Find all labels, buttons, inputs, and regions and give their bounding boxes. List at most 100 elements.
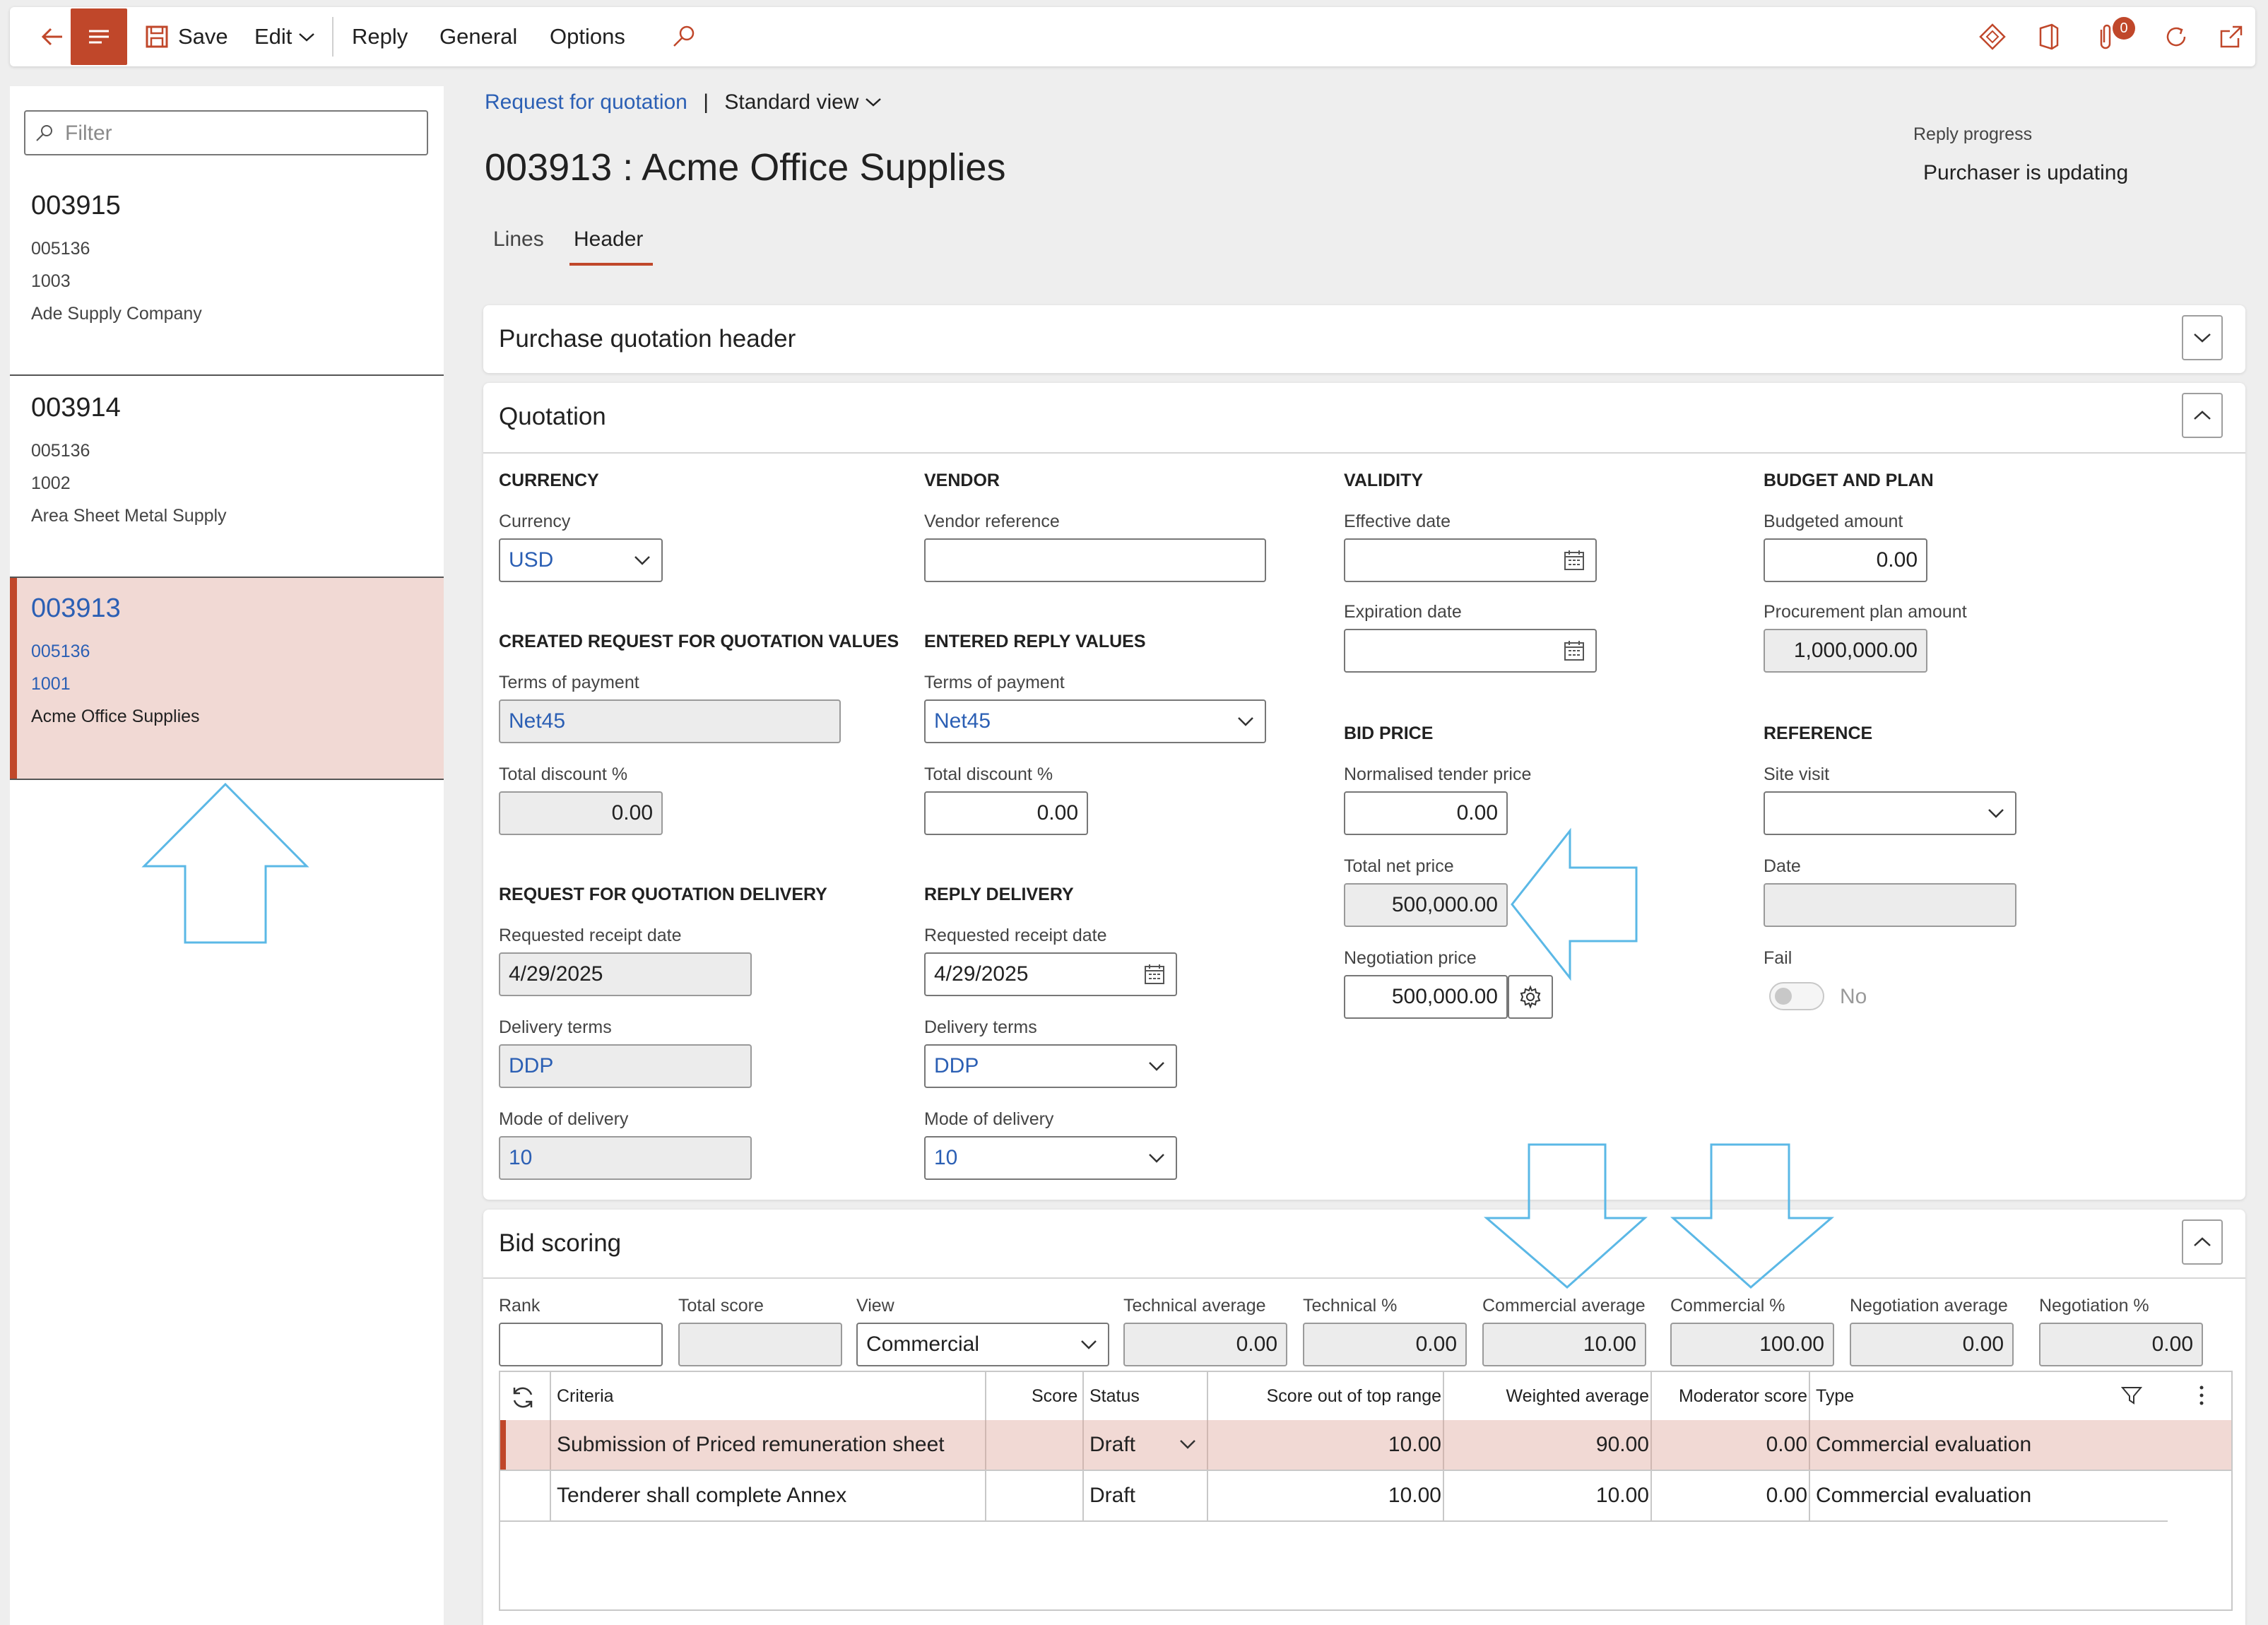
effective-date-input[interactable] (1344, 538, 1597, 582)
column-header-criteria[interactable]: Criteria (557, 1386, 614, 1407)
negotiation-price-value: 500,000.00 (1391, 985, 1498, 1008)
normalised-price-input[interactable]: 0.00 (1344, 791, 1508, 835)
column-header-type[interactable]: Type (1816, 1386, 1854, 1407)
column-header-weighted[interactable]: Weighted average (1506, 1386, 1649, 1407)
list-item-selected[interactable]: 003913 005136 1001 Acme Office Supplies (10, 578, 444, 779)
column-divider (1443, 1420, 1444, 1470)
total-score-field[interactable] (678, 1323, 842, 1366)
vendor-reference-input[interactable] (924, 538, 1266, 582)
rfq-mode-field[interactable]: 10 (499, 1136, 752, 1180)
created-discount-label: Total discount % (499, 764, 628, 784)
collapse-button[interactable] (2182, 1219, 2223, 1265)
save-button[interactable]: Save (144, 7, 228, 66)
rfq-receipt-date-field[interactable]: 4/29/2025 (499, 952, 752, 996)
effective-date-label: Effective date (1344, 512, 1451, 531)
reply-tab[interactable]: Reply (352, 7, 408, 66)
cell-status: Draft (1089, 1433, 1136, 1456)
breadcrumb-link[interactable]: Request for quotation (485, 90, 687, 114)
reply-delivery-terms-select[interactable]: DDP (924, 1044, 1177, 1088)
procurement-amount-field[interactable]: 1,000,000.00 (1764, 629, 1927, 673)
view-value: Commercial (866, 1332, 980, 1356)
entered-discount-input[interactable]: 0.00 (924, 791, 1088, 835)
chevron-down-icon (1149, 1062, 1164, 1071)
filter-input[interactable]: Filter (24, 110, 428, 155)
office-icon (2039, 23, 2059, 50)
reference-date-field[interactable] (1764, 883, 2016, 927)
quotation-section: Quotation CURRENCY Currency USD CREATED … (483, 383, 2245, 1200)
table-row[interactable]: Tenderer shall complete Annex Draft 10.0… (500, 1471, 2231, 1522)
attachments-button[interactable]: 0 (2091, 7, 2135, 66)
status-select[interactable]: Draft (1089, 1420, 1205, 1470)
technical-percent-field[interactable]: 0.00 (1303, 1323, 1467, 1366)
normalised-price-value: 0.00 (1456, 801, 1498, 825)
total-net-price-field[interactable]: 500,000.00 (1344, 883, 1508, 927)
commercial-average-label: Commercial average (1482, 1296, 1646, 1316)
expand-button[interactable] (2182, 315, 2223, 360)
rank-input[interactable] (499, 1323, 663, 1366)
tab-header[interactable]: Header (574, 228, 643, 252)
list-item-id: 003914 (31, 393, 121, 422)
refresh-icon[interactable] (509, 1383, 537, 1412)
collapse-button[interactable] (2182, 393, 2223, 438)
column-divider (1650, 1420, 1652, 1470)
column-header-moderator[interactable]: Moderator score (1679, 1386, 1807, 1407)
created-discount-value: 0.00 (611, 801, 653, 825)
reply-receipt-date-input[interactable]: 4/29/2025 (924, 952, 1177, 996)
budgeted-amount-label: Budgeted amount (1764, 512, 1903, 531)
open-new-window-button[interactable] (2217, 7, 2245, 66)
created-discount-field[interactable]: 0.00 (499, 791, 663, 835)
calendar-icon[interactable] (1563, 549, 1585, 572)
search-button[interactable] (670, 7, 698, 66)
options-tab[interactable]: Options (550, 7, 625, 66)
rfq-delivery-terms-field[interactable]: DDP (499, 1044, 752, 1088)
tab-lines[interactable]: Lines (493, 228, 544, 252)
currency-group-label: CURRENCY (499, 471, 599, 490)
calendar-icon[interactable] (1563, 639, 1585, 662)
filter-icon[interactable] (2120, 1383, 2144, 1407)
menu-button[interactable] (71, 8, 127, 65)
column-header-score[interactable]: Score (1032, 1386, 1077, 1407)
diamond-button[interactable] (1978, 7, 2007, 66)
calendar-icon[interactable] (1143, 963, 1166, 986)
table-row[interactable]: Submission of Priced remuneration sheet … (500, 1420, 2231, 1471)
budgeted-amount-input[interactable]: 0.00 (1764, 538, 1927, 582)
column-divider (1443, 1372, 1444, 1420)
breadcrumb: Request for quotation | Standard view (485, 90, 882, 114)
view-selector[interactable]: Standard view (724, 90, 882, 114)
negotiation-price-input[interactable]: 500,000.00 (1344, 975, 1508, 1019)
list-item-line2: 1003 (31, 271, 71, 291)
office-button[interactable] (2035, 7, 2063, 66)
notification-badge: 0 (2113, 17, 2135, 40)
commercial-average-field[interactable]: 10.00 (1482, 1323, 1646, 1366)
view-selector-label: Standard view (724, 90, 859, 114)
more-options-icon[interactable] (2196, 1383, 2207, 1407)
purchase-header-section[interactable]: Purchase quotation header (483, 305, 2245, 373)
rank-label: Rank (499, 1296, 541, 1316)
chevron-down-icon (1149, 1154, 1164, 1163)
gear-icon (1520, 985, 1541, 1009)
negotiation-percent-field[interactable]: 0.00 (2039, 1323, 2203, 1366)
general-tab[interactable]: General (439, 7, 517, 66)
edit-button[interactable]: Edit (254, 7, 316, 66)
column-divider (1650, 1372, 1652, 1420)
cell-weighted: 90.00 (1595, 1433, 1649, 1456)
expiration-date-input[interactable] (1344, 629, 1597, 673)
created-terms-field[interactable]: Net45 (499, 699, 841, 743)
column-header-score-top[interactable]: Score out of top range (1267, 1386, 1441, 1407)
commercial-percent-field[interactable]: 100.00 (1670, 1323, 1834, 1366)
site-visit-select[interactable] (1764, 791, 2016, 835)
list-item[interactable]: 003915 005136 1003 Ade Supply Company (10, 175, 444, 374)
list-item[interactable]: 003914 005136 1002 Area Sheet Metal Supp… (10, 377, 444, 577)
view-select[interactable]: Commercial (856, 1323, 1109, 1366)
reply-mode-select[interactable]: 10 (924, 1136, 1177, 1180)
refresh-button[interactable] (2162, 7, 2190, 66)
column-header-status[interactable]: Status (1089, 1386, 1140, 1407)
fail-toggle[interactable] (1769, 982, 1824, 1010)
save-label: Save (178, 24, 228, 49)
currency-select[interactable]: USD (499, 538, 663, 582)
created-terms-value: Net45 (509, 709, 566, 733)
grid-header: Criteria Score Status Score out of top r… (500, 1372, 2231, 1422)
negotiation-average-field[interactable]: 0.00 (1850, 1323, 2014, 1366)
technical-average-field[interactable]: 0.00 (1123, 1323, 1287, 1366)
entered-terms-select[interactable]: Net45 (924, 699, 1266, 743)
